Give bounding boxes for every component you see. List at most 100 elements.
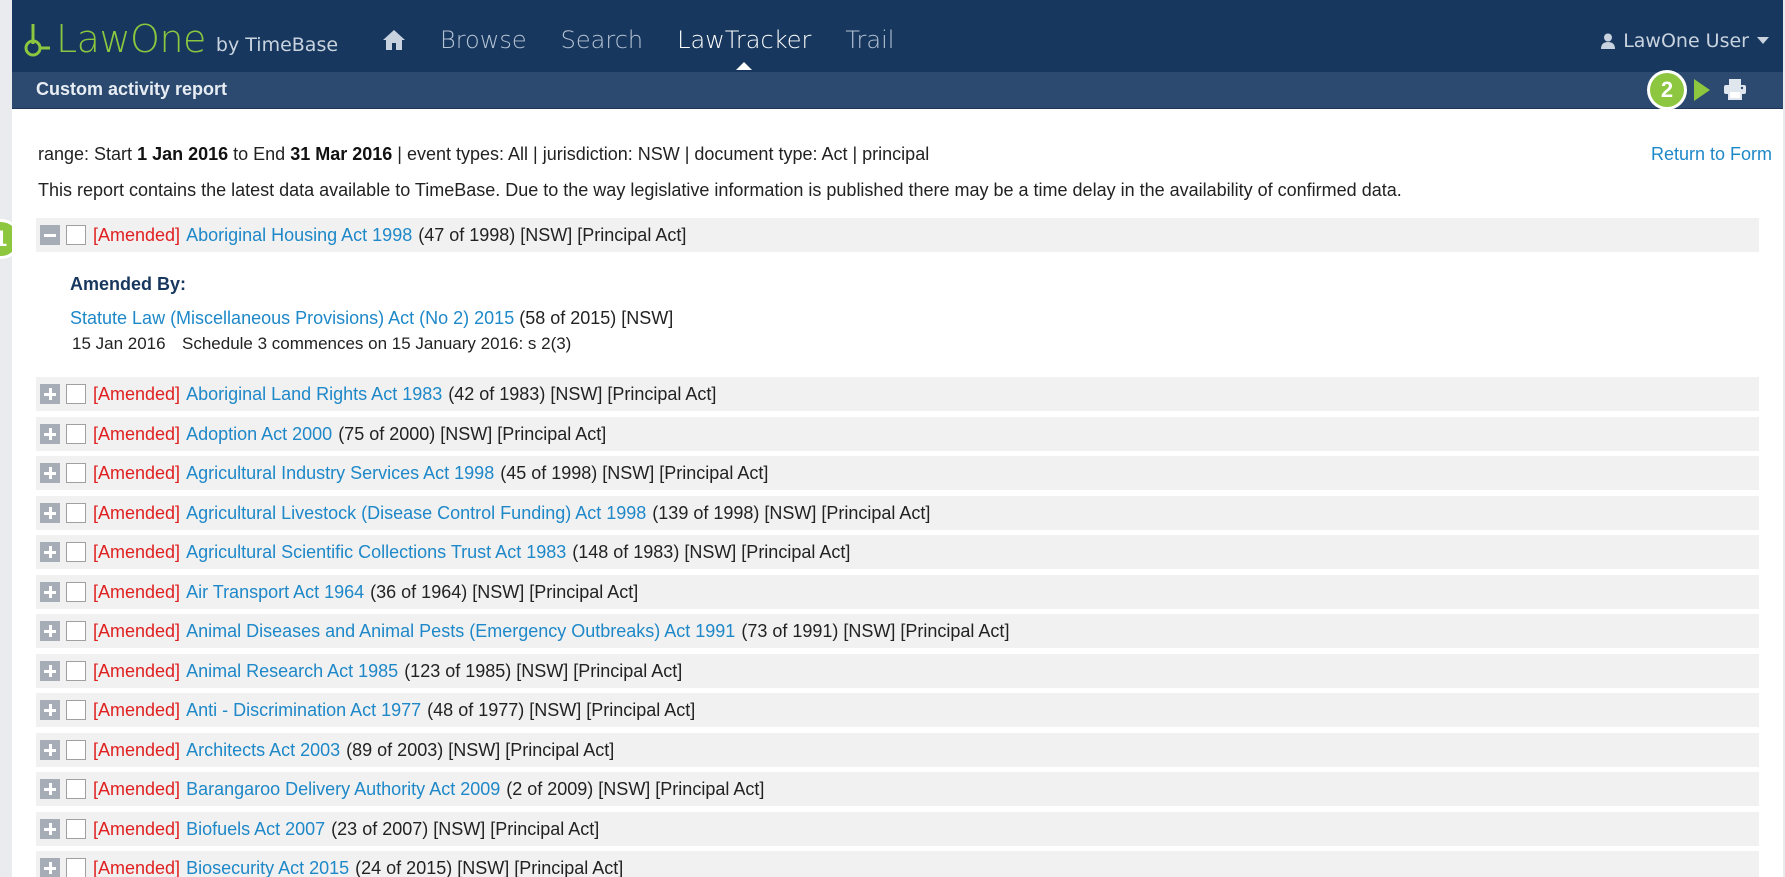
table-row: [Amended] Biofuels Act 2007 (23 of 2007) [… — [36, 812, 1759, 849]
row-checkbox[interactable] — [66, 858, 86, 877]
page-title: Custom activity report — [36, 79, 228, 99]
act-title-link[interactable]: Agricultural Scientific Collections Trus… — [186, 542, 566, 563]
act-title-link[interactable]: Architects Act 2003 — [186, 740, 340, 761]
expand-toggle[interactable] — [40, 542, 60, 562]
expand-toggle[interactable] — [40, 503, 60, 523]
status-label: [Amended] — [93, 383, 181, 404]
act-title-link[interactable]: Biofuels Act 2007 — [186, 819, 325, 840]
expand-toggle[interactable] — [40, 819, 60, 839]
collapse-toggle[interactable] — [40, 225, 60, 245]
amending-act: Statute Law (Miscellaneous Provisions) A… — [70, 308, 673, 329]
expand-toggle[interactable] — [40, 661, 60, 681]
table-row: [Amended] Biosecurity Act 2015 (24 of 2015… — [36, 851, 1759, 877]
row-checkbox[interactable] — [66, 740, 86, 760]
table-row: [Amended] Aboriginal Housing Act 1998 (4… — [36, 218, 1759, 255]
table-row: [Amended] Anti - Discrimination Act 1977 (… — [36, 693, 1759, 730]
act-title-link[interactable]: Anti - Discrimination Act 1977 — [186, 700, 421, 721]
row-checkbox[interactable] — [66, 582, 86, 602]
print-icon[interactable] — [1723, 78, 1747, 100]
app-frame: LawOne by TimeBase Browse Search LawTrac… — [12, 0, 1783, 877]
plus-icon-vertical — [48, 744, 52, 756]
row-checkbox[interactable] — [66, 819, 86, 839]
status-label: [Amended] — [93, 778, 181, 799]
status-label: [Amended] — [93, 423, 181, 444]
status-label: [Amended] — [93, 462, 181, 483]
plus-icon-vertical — [48, 862, 52, 874]
plus-icon-vertical — [48, 546, 52, 558]
act-title-link[interactable]: Animal Research Act 1985 — [186, 661, 398, 682]
act-meta: (36 of 1964) [NSW] [Principal Act] — [370, 581, 639, 602]
act-title-link[interactable]: Biosecurity Act 2015 — [186, 858, 349, 877]
expand-toggle[interactable] — [40, 463, 60, 483]
expand-toggle[interactable] — [40, 384, 60, 404]
plus-icon-vertical — [48, 388, 52, 400]
act-title-link[interactable]: Aboriginal Land Rights Act 1983 — [186, 384, 442, 405]
act-meta: (45 of 1998) [NSW] [Principal Act] — [500, 462, 769, 483]
brand-byline: by TimeBase — [215, 34, 339, 56]
home-icon — [383, 30, 405, 50]
table-row: [Amended] Agricultural Industry Services … — [36, 456, 1759, 493]
table-row: [Amended] Agricultural Scientific Collect… — [36, 535, 1759, 572]
nav-lawtracker[interactable]: LawTracker — [677, 26, 811, 70]
row-checkbox[interactable] — [66, 700, 86, 720]
row-checkbox[interactable] — [66, 503, 86, 523]
plus-icon-vertical — [48, 428, 52, 440]
row-checkbox[interactable] — [66, 424, 86, 444]
expand-toggle[interactable] — [40, 779, 60, 799]
status-label: [Amended] — [93, 699, 181, 720]
act-title-link[interactable]: Aboriginal Housing Act 1998 — [186, 225, 412, 246]
act-title-link[interactable]: Air Transport Act 1964 — [186, 582, 364, 603]
nav-browse[interactable]: Browse — [440, 26, 527, 54]
act-meta: (148 of 1983) [NSW] [Principal Act] — [572, 541, 851, 562]
range-filters: | event types: All | jurisdiction: NSW |… — [392, 144, 930, 164]
expand-toggle[interactable] — [40, 582, 60, 602]
nav-trail[interactable]: Trail — [845, 26, 894, 54]
plus-icon-vertical — [48, 625, 52, 637]
row-checkbox[interactable] — [66, 661, 86, 681]
amending-act-link[interactable]: Statute Law (Miscellaneous Provisions) A… — [70, 308, 514, 328]
row-checkbox[interactable] — [66, 384, 86, 404]
minus-icon — [44, 233, 56, 237]
amending-act-meta: (58 of 2015) [NSW] — [519, 308, 674, 328]
act-meta: (48 of 1977) [NSW] [Principal Act] — [427, 699, 696, 720]
plus-icon-vertical — [48, 507, 52, 519]
nav-search[interactable]: Search — [561, 26, 643, 54]
range-end: 31 Mar 2016 — [290, 144, 393, 164]
act-title-link[interactable]: Barangaroo Delivery Authority Act 2009 — [186, 779, 500, 800]
expand-toggle[interactable] — [40, 424, 60, 444]
expand-toggle[interactable] — [40, 740, 60, 760]
act-meta: (24 of 2015) [NSW] [Principal Act] — [355, 857, 624, 877]
status-label: [Amended] — [93, 541, 181, 562]
table-row: [Amended] Architects Act 2003 (89 of 2003)… — [36, 733, 1759, 770]
table-row: [Amended] Animal Diseases and Animal Pest… — [36, 614, 1759, 651]
user-menu[interactable]: LawOne User — [1601, 30, 1769, 52]
act-meta: (47 of 1998) [NSW] [Principal Act] — [418, 224, 687, 245]
expand-toggle[interactable] — [40, 621, 60, 641]
row-checkbox[interactable] — [66, 621, 86, 641]
callout-badge-2: 2 — [1650, 73, 1684, 107]
status-label: [Amended] — [93, 581, 181, 602]
act-title-link[interactable]: Adoption Act 2000 — [186, 424, 332, 445]
active-tab-indicator — [736, 62, 753, 70]
row-checkbox[interactable] — [66, 225, 86, 245]
return-to-form-link[interactable]: Return to Form — [1651, 144, 1772, 165]
act-meta: (139 of 1998) [NSW] [Principal Act] — [652, 502, 931, 523]
row-checkbox[interactable] — [66, 542, 86, 562]
act-title-link[interactable]: Agricultural Industry Services Act 1998 — [186, 463, 494, 484]
status-label: [Amended] — [93, 857, 181, 877]
brand-logo[interactable]: LawOne by TimeBase — [20, 18, 338, 58]
status-label: [Amended] — [93, 620, 181, 641]
act-meta: (89 of 2003) [NSW] [Principal Act] — [346, 739, 615, 760]
nav-home[interactable] — [382, 29, 406, 51]
act-meta: (73 of 1991) [NSW] [Principal Act] — [741, 620, 1010, 641]
plus-icon-vertical — [48, 823, 52, 835]
row-checkbox[interactable] — [66, 779, 86, 799]
act-title-link[interactable]: Animal Diseases and Animal Pests (Emerge… — [186, 621, 735, 642]
act-meta: (42 of 1983) [NSW] [Principal Act] — [448, 383, 717, 404]
data-availability-note: This report contains the latest data ava… — [38, 180, 1402, 200]
row-checkbox[interactable] — [66, 463, 86, 483]
main-nav: Browse Search LawTracker Trail — [382, 26, 894, 70]
act-title-link[interactable]: Agricultural Livestock (Disease Control … — [186, 503, 646, 524]
expand-toggle[interactable] — [40, 858, 60, 877]
expand-toggle[interactable] — [40, 700, 60, 720]
